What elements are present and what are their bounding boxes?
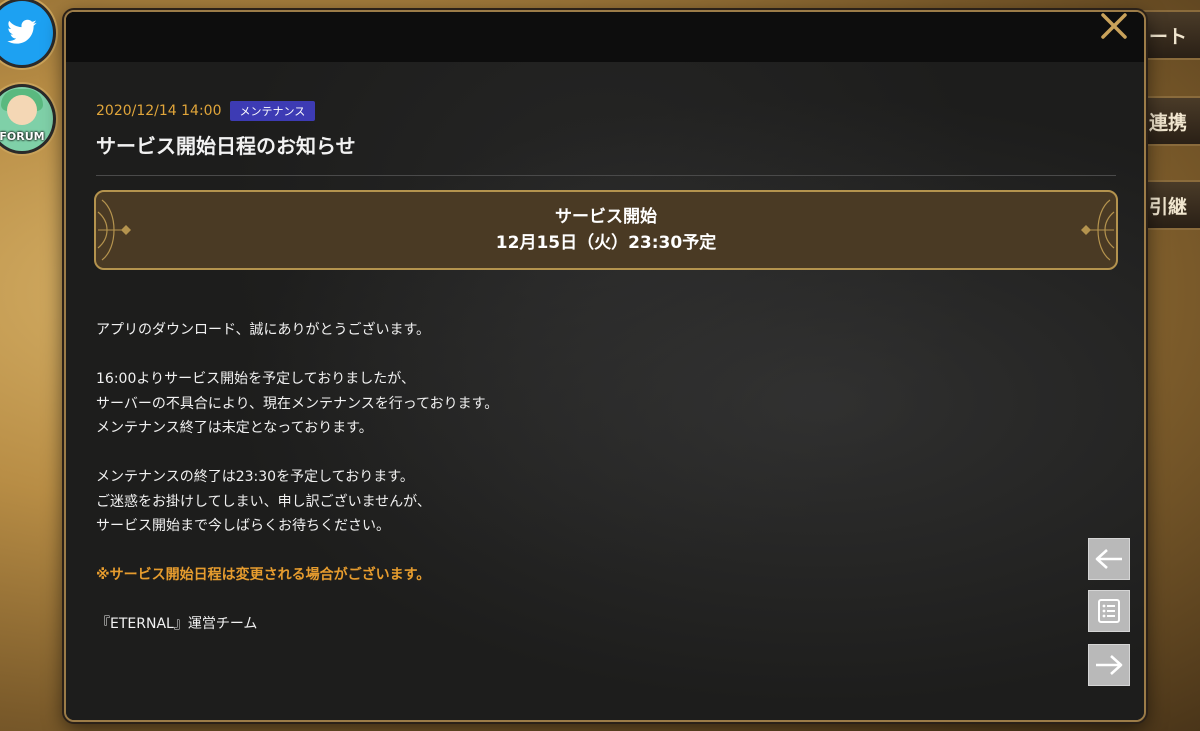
service-start-banner: サービス開始 12月15日（火）23:30予定 — [94, 190, 1118, 270]
notice-modal: 2020/12/14 14:00 メンテナンス サービス開始日程のお知らせ サー… — [64, 10, 1146, 722]
notice-body: アプリのダウンロード、誠にありがとうございます。 16:00よりサービス開始を予… — [96, 318, 1104, 637]
divider — [96, 175, 1116, 176]
close-icon — [1101, 13, 1127, 39]
previous-notice-button[interactable] — [1088, 538, 1130, 580]
body-line: アプリのダウンロード、誠にありがとうございます。 — [96, 322, 431, 338]
meta-row: 2020/12/14 14:00 メンテナンス — [96, 100, 1116, 122]
ornament-left-icon — [97, 199, 131, 261]
arrow-right-icon — [1096, 655, 1123, 675]
twitter-button[interactable] — [0, 0, 56, 68]
banner-line1: サービス開始 — [555, 207, 657, 227]
notice-date: 2020/12/14 14:00 — [96, 103, 222, 119]
signature: 『ETERNAL』運営チーム — [96, 616, 258, 632]
body-line: メンテナンスの終了は23:30を予定しております。 — [96, 469, 414, 485]
list-icon — [1098, 599, 1120, 623]
arrow-left-icon — [1095, 549, 1122, 569]
next-notice-button[interactable] — [1088, 644, 1130, 686]
notice-header: 2020/12/14 14:00 メンテナンス サービス開始日程のお知らせ — [96, 100, 1116, 176]
notice-title: サービス開始日程のお知らせ — [96, 134, 356, 158]
notice-list-button[interactable] — [1088, 590, 1130, 632]
body-line: メンテナンス終了は未定となっております。 — [96, 420, 373, 436]
forum-button[interactable]: FORUM — [0, 84, 56, 154]
category-badge: メンテナンス — [229, 101, 316, 121]
modal-header — [66, 12, 1144, 62]
body-line: サーバーの不具合により、現在メンテナンスを行っております。 — [96, 395, 499, 412]
close-button[interactable] — [1094, 12, 1134, 46]
twitter-bird-icon — [7, 19, 37, 44]
avatar-face — [7, 95, 37, 125]
forum-label: FORUM — [0, 130, 45, 143]
warning-text: ※サービス開始日程は変更される場合がございます。 — [96, 567, 431, 583]
banner-line2: 12月15日（火）23:30予定 — [495, 233, 717, 253]
body-line: ご迷惑をお掛けしてしまい、申し訳ございませんが、 — [96, 493, 431, 510]
body-line: サービス開始まで今しばらくお待ちください。 — [96, 518, 390, 534]
body-line: 16:00よりサービス開始を予定しておりましたが、 — [96, 371, 415, 387]
ornament-right-icon — [1081, 199, 1115, 261]
